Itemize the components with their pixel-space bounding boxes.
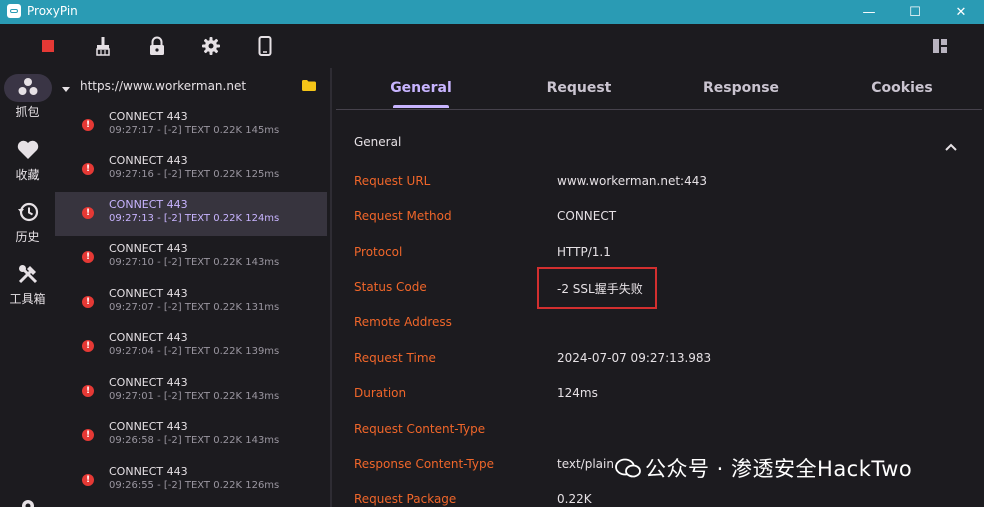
toolbar xyxy=(0,24,984,68)
request-meta: 09:27:07 - [-2] TEXT 0.22K 131ms xyxy=(109,302,280,313)
maximize-button[interactable]: ☐ xyxy=(892,0,938,24)
tools-icon xyxy=(4,262,52,290)
field-label: Request URL xyxy=(354,174,431,188)
tab-cookies[interactable]: Cookies xyxy=(868,80,936,96)
request-meta: 09:27:16 - [-2] TEXT 0.22K 125ms xyxy=(109,169,280,180)
rail-item-history[interactable]: 历史 xyxy=(0,200,55,245)
history-icon xyxy=(4,200,52,228)
field-value: 0.22K xyxy=(557,492,592,506)
section-title: General xyxy=(354,135,402,149)
field-label: Status Code xyxy=(354,280,427,294)
field-label: Request Package xyxy=(354,492,457,506)
request-method: CONNECT 443 xyxy=(109,376,188,389)
watermark-wechat-icon xyxy=(615,458,641,478)
tab-response[interactable]: Response xyxy=(703,80,779,96)
detail-panel: General Request Response Cookies General… xyxy=(332,68,984,507)
request-meta: 09:27:17 - [-2] TEXT 0.22K 145ms xyxy=(109,125,280,136)
field-value: 2024-07-07 09:27:13.983 xyxy=(557,351,712,365)
request-row-selected[interactable]: ! CONNECT 443 09:27:13 - [-2] TEXT 0.22K… xyxy=(55,192,327,236)
heart-icon xyxy=(4,138,52,166)
field-value: 124ms xyxy=(557,386,598,400)
rail-label-favorites: 收藏 xyxy=(15,168,40,182)
field-value: CONNECT xyxy=(557,209,617,223)
navigation-rail: 抓包 收藏 历史 工具箱 xyxy=(0,68,55,507)
error-icon: ! xyxy=(82,119,94,131)
highlight-box xyxy=(537,267,657,309)
request-row[interactable]: ! CONNECT 443 09:27:10 - [-2] TEXT 0.22K… xyxy=(55,236,327,280)
field-label: Request Time xyxy=(354,351,436,365)
error-icon: ! xyxy=(82,429,94,441)
domain-host: https://www.workerman.net xyxy=(80,79,247,93)
lock-icon[interactable] xyxy=(145,34,169,58)
gear-icon[interactable] xyxy=(199,34,223,58)
request-row[interactable]: ! CONNECT 443 09:26:58 - [-2] TEXT 0.22K… xyxy=(55,414,327,458)
request-method: CONNECT 443 xyxy=(109,242,188,255)
request-meta: 09:27:01 - [-2] TEXT 0.22K 143ms xyxy=(109,391,280,402)
field-label: Duration xyxy=(354,386,407,400)
domain-group-header[interactable]: https://www.workerman.net xyxy=(55,76,330,98)
field-value: www.workerman.net:443 xyxy=(557,174,707,188)
request-meta: 09:26:58 - [-2] TEXT 0.22K 143ms xyxy=(109,435,280,446)
close-button[interactable]: ✕ xyxy=(938,0,984,24)
folder-icon[interactable] xyxy=(302,80,316,94)
request-row[interactable]: ! CONNECT 443 09:27:01 - [-2] TEXT 0.22K… xyxy=(55,370,327,414)
error-icon: ! xyxy=(82,474,94,486)
request-method: CONNECT 443 xyxy=(109,198,188,211)
minimize-button[interactable]: — xyxy=(846,0,892,24)
layout-icon[interactable] xyxy=(928,34,952,58)
error-icon: ! xyxy=(82,296,94,308)
watermark-text: 公众号 · 渗透安全HackTwo xyxy=(645,457,913,481)
app-logo-icon xyxy=(7,4,21,18)
rail-item-toolbox[interactable]: 工具箱 xyxy=(0,262,55,307)
request-meta: 09:27:10 - [-2] TEXT 0.22K 143ms xyxy=(109,257,280,268)
field-value: text/plain xyxy=(557,457,614,471)
capture-icon xyxy=(3,74,52,102)
field-label: Protocol xyxy=(354,245,403,259)
phone-icon[interactable] xyxy=(253,34,277,58)
rail-item-capture[interactable]: 抓包 xyxy=(0,74,55,120)
error-icon: ! xyxy=(82,251,94,263)
tab-request[interactable]: Request xyxy=(545,80,613,96)
field-value: HTTP/1.1 xyxy=(557,245,611,259)
request-row[interactable]: ! CONNECT 443 09:26:55 - [-2] TEXT 0.22K… xyxy=(55,459,327,503)
request-list: https://www.workerman.net ! CONNECT 443 … xyxy=(55,68,330,507)
request-method: CONNECT 443 xyxy=(109,287,188,300)
request-row[interactable]: ! CONNECT 443 09:27:04 - [-2] TEXT 0.22K… xyxy=(55,325,327,369)
chevron-up-icon[interactable] xyxy=(945,136,957,155)
field-label: Request Method xyxy=(354,209,452,223)
field-label: Remote Address xyxy=(354,315,452,329)
error-icon: ! xyxy=(82,163,94,175)
rail-label-history: 历史 xyxy=(15,230,40,244)
rail-label-capture: 抓包 xyxy=(15,105,40,119)
request-method: CONNECT 443 xyxy=(109,110,188,123)
request-method: CONNECT 443 xyxy=(109,420,188,433)
error-icon: ! xyxy=(82,385,94,397)
stop-icon[interactable] xyxy=(36,34,60,58)
request-row[interactable]: ! CONNECT 443 09:27:16 - [-2] TEXT 0.22K… xyxy=(55,148,327,192)
request-method: CONNECT 443 xyxy=(109,465,188,478)
rail-label-toolbox: 工具箱 xyxy=(9,292,46,306)
request-method: CONNECT 443 xyxy=(109,154,188,167)
rail-item-favorites[interactable]: 收藏 xyxy=(0,138,55,183)
error-icon: ! xyxy=(82,340,94,352)
request-row[interactable]: ! CONNECT 443 09:27:07 - [-2] TEXT 0.22K… xyxy=(55,281,327,325)
request-meta: 09:27:13 - [-2] TEXT 0.22K 124ms xyxy=(109,213,280,224)
field-label: Request Content-Type xyxy=(354,422,486,436)
request-row[interactable]: ! CONNECT 443 09:27:17 - [-2] TEXT 0.22K… xyxy=(55,104,327,148)
request-meta: 09:26:55 - [-2] TEXT 0.22K 126ms xyxy=(109,480,280,491)
settings-icon[interactable] xyxy=(18,496,38,507)
error-icon: ! xyxy=(82,207,94,219)
request-meta: 09:27:04 - [-2] TEXT 0.22K 139ms xyxy=(109,346,280,357)
chevron-down-icon xyxy=(62,82,70,96)
broom-icon[interactable] xyxy=(91,34,115,58)
request-method: CONNECT 443 xyxy=(109,331,188,344)
active-tab-indicator xyxy=(393,105,449,108)
tab-general[interactable]: General xyxy=(387,80,455,96)
window-title: ProxyPin xyxy=(27,4,78,18)
title-bar: ProxyPin — ☐ ✕ xyxy=(0,0,984,24)
tab-bar: General Request Response Cookies xyxy=(336,68,982,110)
field-label: Response Content-Type xyxy=(354,457,494,471)
